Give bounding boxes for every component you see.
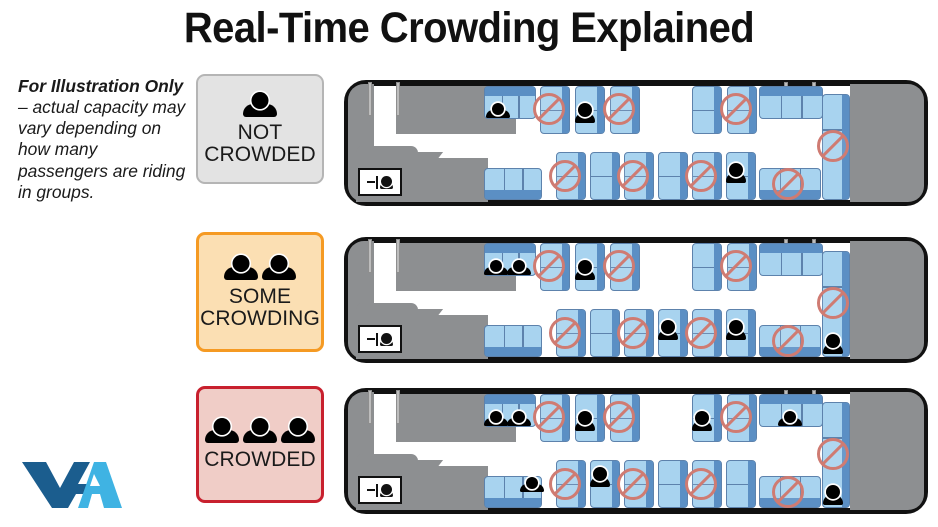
seat bbox=[692, 243, 722, 291]
steering-wheel-icon bbox=[366, 488, 375, 492]
stanchion-pole bbox=[396, 239, 400, 273]
seat bbox=[590, 152, 620, 200]
no-seating-icon bbox=[533, 250, 565, 282]
no-seating-icon bbox=[685, 317, 717, 349]
disclaimer-rest: – actual capacity may vary depending on … bbox=[18, 97, 186, 202]
seat bbox=[692, 86, 722, 134]
passenger-icon bbox=[575, 410, 595, 431]
seat bbox=[658, 460, 688, 508]
seat bbox=[590, 309, 620, 357]
seat-bench bbox=[759, 86, 823, 119]
passenger-icon bbox=[575, 102, 595, 123]
bus-rear-panel bbox=[850, 241, 924, 359]
legend-people-icons-crowded bbox=[205, 418, 315, 444]
no-seating-icon bbox=[817, 287, 849, 319]
person-icon bbox=[243, 92, 277, 118]
legend-label-some-crowding-line1: SOME bbox=[228, 284, 292, 308]
legend-label-some-crowding-line2: CROWDING bbox=[200, 306, 320, 330]
bus-rear-panel bbox=[850, 84, 924, 202]
disclaimer-lead: For Illustration Only bbox=[18, 76, 184, 96]
no-seating-icon bbox=[772, 325, 804, 357]
page-title: Real-Time Crowding Explained bbox=[183, 4, 755, 52]
no-seating-icon bbox=[549, 160, 581, 192]
stanchion-pole bbox=[368, 390, 372, 424]
no-seating-icon bbox=[617, 468, 649, 500]
passenger-icon bbox=[823, 484, 843, 505]
steering-column-icon bbox=[375, 175, 379, 189]
steering-column-icon bbox=[375, 483, 379, 497]
legend-label-not-crowded-line2: CROWDED bbox=[204, 143, 316, 166]
seat bbox=[658, 152, 688, 200]
driver-person-icon bbox=[380, 483, 394, 497]
no-seating-icon bbox=[603, 401, 635, 433]
no-seating-icon bbox=[817, 438, 849, 470]
no-seating-icon bbox=[720, 93, 752, 125]
bus-rear-panel bbox=[850, 392, 924, 510]
legend-people-icons-not-crowded bbox=[243, 92, 277, 118]
no-seating-icon bbox=[720, 250, 752, 282]
no-seating-icon bbox=[617, 317, 649, 349]
person-icon bbox=[224, 254, 258, 280]
passenger-icon bbox=[778, 411, 802, 426]
no-seating-icon bbox=[685, 160, 717, 192]
passenger-icon bbox=[658, 319, 678, 340]
legend-card-not-crowded[interactable]: NOT CROWDED bbox=[196, 74, 324, 184]
legend-label-not-crowded-line1: NOT bbox=[237, 121, 283, 145]
legend-label-crowded-line1: CROWDED bbox=[204, 448, 316, 472]
seat-bench bbox=[759, 243, 823, 276]
passenger-icon bbox=[520, 477, 544, 492]
no-seating-icon bbox=[772, 476, 804, 508]
passenger-icon bbox=[484, 411, 508, 426]
person-icon bbox=[281, 418, 315, 444]
bus-diagram-crowded bbox=[344, 380, 928, 516]
stanchion-pole bbox=[396, 390, 400, 424]
no-seating-icon bbox=[549, 468, 581, 500]
driver-seat-icon bbox=[358, 168, 402, 196]
person-icon bbox=[262, 254, 296, 280]
driver-seat-icon bbox=[358, 476, 402, 504]
legend-card-crowded[interactable]: CROWDED bbox=[196, 386, 324, 503]
driver-person-icon bbox=[380, 332, 394, 346]
legend-card-some-crowding[interactable]: SOME CROWDING bbox=[196, 232, 324, 352]
passenger-icon bbox=[692, 410, 712, 431]
legend-people-icons-some-crowding bbox=[224, 254, 296, 280]
no-seating-icon bbox=[685, 468, 717, 500]
passenger-icon bbox=[484, 260, 508, 275]
no-seating-icon bbox=[533, 401, 565, 433]
no-seating-icon bbox=[603, 93, 635, 125]
person-icon bbox=[243, 418, 277, 444]
passenger-icon bbox=[823, 333, 843, 354]
steering-wheel-icon bbox=[366, 337, 375, 341]
disclaimer-text: For Illustration Only – actual capacity … bbox=[18, 76, 188, 203]
stanchion-pole bbox=[368, 82, 372, 116]
passenger-icon bbox=[507, 411, 531, 426]
steering-column-icon bbox=[375, 332, 379, 346]
passenger-icon bbox=[726, 162, 746, 183]
steering-wheel-icon bbox=[366, 180, 375, 184]
driver-seat-icon bbox=[358, 325, 402, 353]
no-seating-icon bbox=[603, 250, 635, 282]
stanchion-pole bbox=[396, 82, 400, 116]
person-icon bbox=[205, 418, 239, 444]
bus-diagram-not-crowded bbox=[344, 72, 928, 208]
passenger-icon bbox=[486, 103, 510, 118]
no-seating-icon bbox=[617, 160, 649, 192]
seat bbox=[726, 460, 756, 508]
seat-bench bbox=[484, 168, 542, 200]
vta-logo bbox=[20, 454, 124, 516]
bus-diagram-some-crowding bbox=[344, 229, 928, 365]
no-seating-icon bbox=[720, 401, 752, 433]
seat-bench bbox=[484, 325, 542, 357]
passenger-icon bbox=[726, 319, 746, 340]
stanchion-pole bbox=[368, 239, 372, 273]
no-seating-icon bbox=[817, 130, 849, 162]
passenger-icon bbox=[575, 259, 595, 280]
passenger-icon bbox=[507, 260, 531, 275]
no-seating-icon bbox=[549, 317, 581, 349]
no-seating-icon bbox=[772, 168, 804, 200]
passenger-icon bbox=[590, 466, 610, 487]
no-seating-icon bbox=[533, 93, 565, 125]
driver-person-icon bbox=[380, 175, 394, 189]
